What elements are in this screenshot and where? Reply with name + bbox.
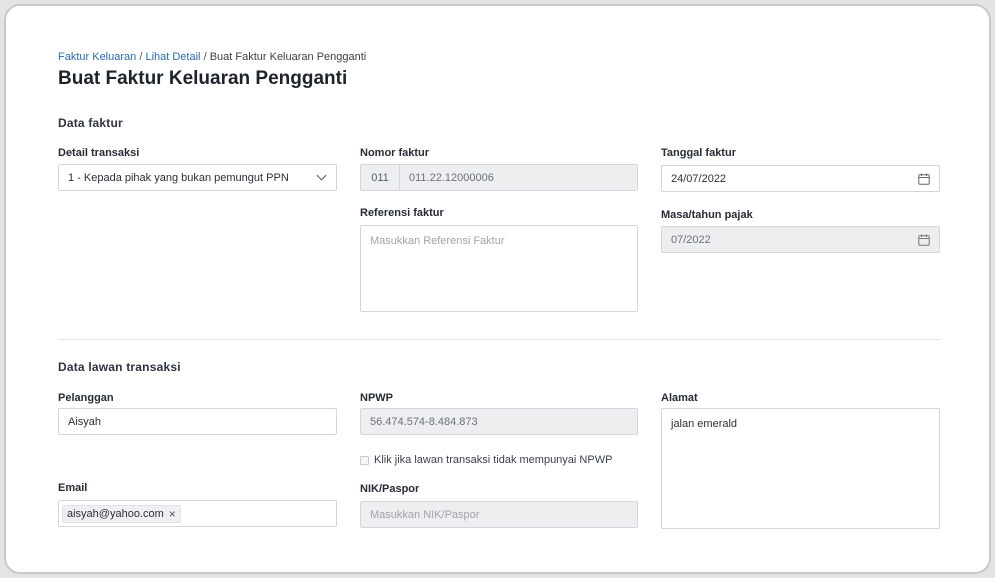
nik-paspor-placeholder: Masukkan NIK/Paspor (370, 508, 480, 521)
npwp-label: NPWP (360, 392, 393, 404)
alamat-value: jalan emerald (671, 418, 738, 430)
section-title-data-lawan-transaksi: Data lawan transaksi (58, 360, 181, 374)
breadcrumb: Faktur Keluaran / Lihat Detail / Buat Fa… (58, 51, 366, 63)
pelanggan-label: Pelanggan (58, 392, 114, 404)
referensi-faktur-label: Referensi faktur (360, 207, 444, 219)
breadcrumb-lihat-detail-link[interactable]: Lihat Detail (145, 51, 200, 63)
nomor-faktur-prefix: 011 (361, 165, 400, 190)
section-title-data-faktur: Data faktur (58, 116, 123, 130)
email-tag-label: aisyah@yahoo.com (67, 507, 164, 520)
npwp-value: 56.474.574-8.484.873 (370, 415, 478, 428)
no-npwp-checkbox[interactable] (360, 455, 369, 465)
nomor-faktur-value: 011.22.12000006 (409, 171, 494, 184)
alamat-label: Alamat (661, 392, 698, 404)
nomor-faktur-field: 011 011.22.12000006 (360, 164, 638, 191)
pelanggan-value: Aisyah (68, 415, 102, 428)
chevron-down-icon (316, 170, 327, 181)
pelanggan-input[interactable]: Aisyah (58, 408, 337, 435)
nomor-faktur-label: Nomor faktur (360, 147, 430, 159)
no-npwp-checkbox-label[interactable]: Klik jika lawan transaksi tidak mempunya… (374, 454, 612, 466)
nik-paspor-label: NIK/Paspor (360, 483, 420, 495)
alamat-textarea[interactable]: jalan emerald (661, 408, 940, 529)
masa-tahun-pajak-datepicker: 07/2022 (661, 226, 940, 253)
calendar-icon[interactable] (918, 173, 930, 185)
detail-transaksi-label: Detail transaksi (58, 147, 140, 159)
referensi-faktur-textarea[interactable]: Masukkan Referensi Faktur (360, 225, 638, 312)
breadcrumb-separator: / (203, 51, 207, 63)
email-tag-input[interactable]: aisyah@yahoo.com × (58, 500, 337, 527)
tanggal-faktur-datepicker[interactable]: 24/07/2022 (661, 165, 940, 192)
tanggal-faktur-value: 24/07/2022 (671, 172, 727, 185)
no-npwp-checkbox-row[interactable]: Klik jika lawan transaksi tidak mempunya… (360, 454, 612, 466)
masa-tahun-pajak-value: 07/2022 (671, 233, 711, 246)
nik-paspor-input: Masukkan NIK/Paspor (360, 501, 638, 528)
detail-transaksi-value: 1 - Kepada pihak yang bukan pemungut PPN (68, 171, 289, 184)
masa-tahun-pajak-label: Masa/tahun pajak (661, 209, 753, 221)
npwp-input: 56.474.574-8.484.873 (360, 408, 638, 435)
email-label: Email (58, 482, 88, 494)
page-container: Faktur Keluaran / Lihat Detail / Buat Fa… (4, 4, 991, 574)
page-title: Buat Faktur Keluaran Pengganti (58, 68, 348, 89)
close-icon[interactable]: × (169, 508, 176, 520)
referensi-faktur-placeholder: Masukkan Referensi Faktur (370, 235, 505, 247)
breadcrumb-faktur-keluaran-link[interactable]: Faktur Keluaran (58, 51, 136, 63)
detail-transaksi-select[interactable]: 1 - Kepada pihak yang bukan pemungut PPN (58, 164, 337, 191)
tanggal-faktur-label: Tanggal faktur (661, 147, 736, 159)
breadcrumb-current: Buat Faktur Keluaran Pengganti (209, 51, 367, 63)
calendar-icon (918, 234, 930, 246)
section-divider (58, 339, 940, 340)
email-tag: aisyah@yahoo.com × (62, 504, 181, 523)
breadcrumb-separator: / (139, 51, 143, 63)
